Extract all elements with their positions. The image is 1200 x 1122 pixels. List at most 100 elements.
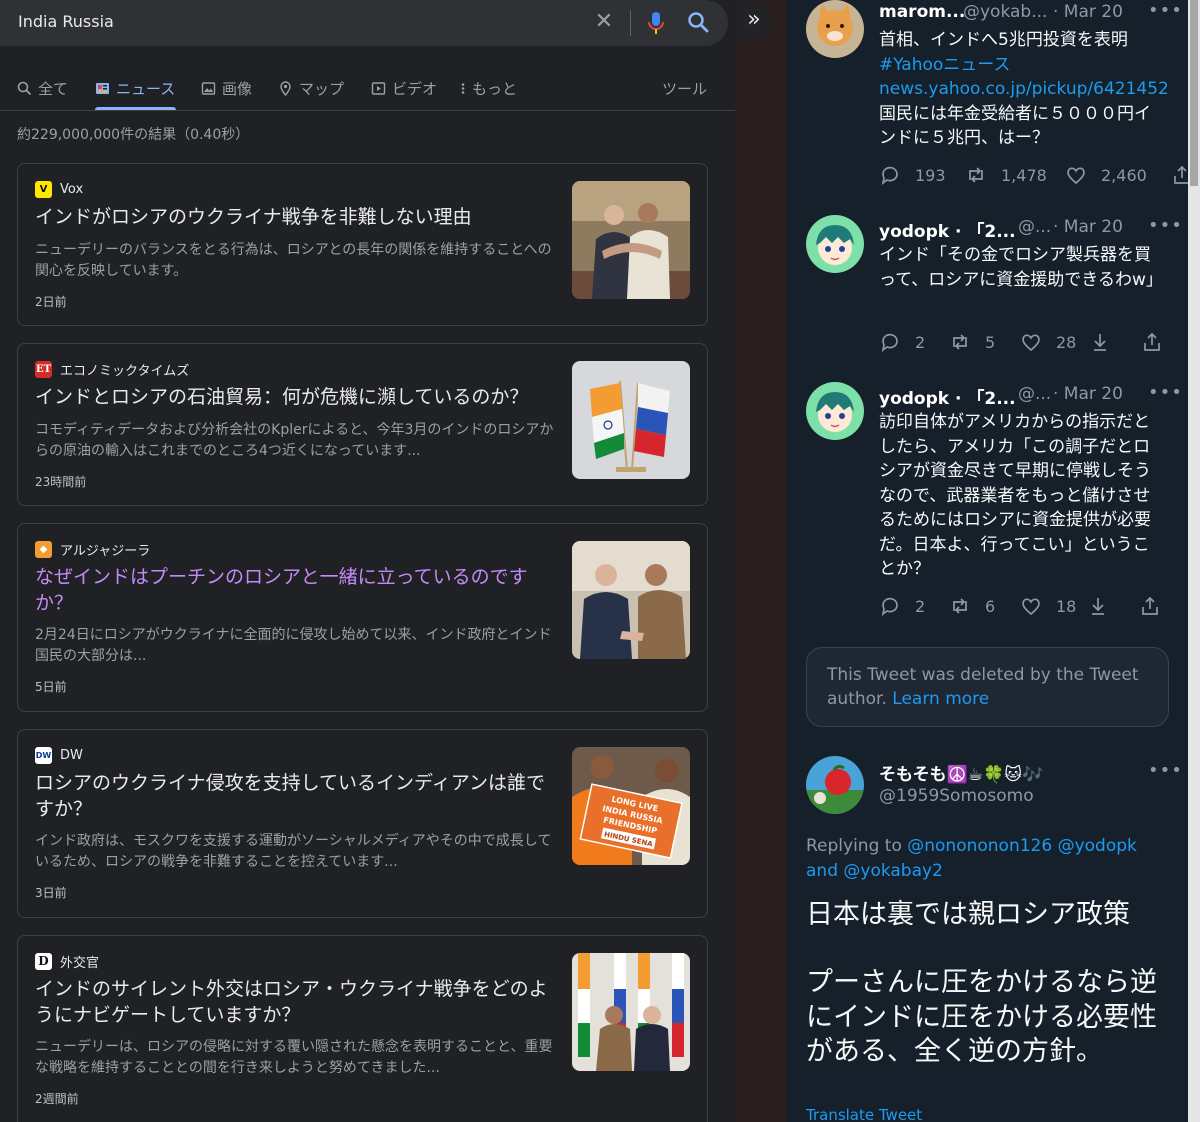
share-button[interactable] <box>1171 164 1188 186</box>
avatar[interactable] <box>806 0 864 58</box>
tweet-handle[interactable]: @1959Somosomo <box>879 786 1034 806</box>
retweet-button[interactable]: 1,478 <box>965 164 1047 186</box>
avatar[interactable] <box>806 215 864 273</box>
tab-videos[interactable]: ビデオ <box>371 76 437 100</box>
image-icon <box>201 81 216 95</box>
news-source: ET エコノミックタイムズ <box>35 360 189 379</box>
tab-more[interactable]: もっと <box>460 76 517 100</box>
result-count: 約229,000,000件の結果（0.40秒） <box>17 127 250 143</box>
tab-label: ビデオ <box>392 79 438 98</box>
source-name: 外交官 <box>60 955 100 971</box>
al-jazeera-logo-icon: ◆ <box>35 540 52 558</box>
reply-icon <box>881 597 898 617</box>
retweet-button[interactable]: 5 <box>949 331 995 353</box>
news-title-link[interactable]: ロシアのウクライナ侵攻を支持しているインディアンは誰ですか？ <box>35 770 560 822</box>
tweet-author-name[interactable]: そもそも☮️☕🍀🐱🎶 <box>879 760 1043 785</box>
map-pin-icon <box>280 80 291 96</box>
share-button[interactable] <box>1141 331 1163 353</box>
tools-button[interactable]: ツール <box>662 76 707 100</box>
video-icon <box>371 81 386 95</box>
news-card[interactable]: ET エコノミックタイムズ インドとロシアの石油貿易：何が危機に瀕しているのか？… <box>17 343 708 506</box>
news-thumbnail-image[interactable] <box>572 953 690 1071</box>
retweet-icon <box>953 598 967 614</box>
more-options-icon[interactable]: ••• <box>1148 760 1183 781</box>
search-bar[interactable]: India Russia ✕ <box>0 0 728 46</box>
news-card[interactable]: D 外交官 インドのサイレント外交はロシア・ウクライナ戦争をどのようにナビゲート… <box>17 935 708 1122</box>
tools-label: ツール <box>662 79 708 98</box>
share-button[interactable] <box>1139 595 1161 617</box>
tweet-handle[interactable]: @... <box>1018 217 1051 237</box>
news-snippet: 2月24日にロシアがウクライナに全面的に侵攻し始めて以来、インド政府とインド国民… <box>35 627 552 664</box>
tweet-line: 国民には年金受給者に５０００円インドに５兆円、はー？ <box>879 103 1151 149</box>
tab-all[interactable]: 全て <box>17 76 68 100</box>
search-icon[interactable] <box>686 10 710 34</box>
twitter-thread-panel: marom... @yokab... · Mar 20 ••• 首相、インドへ5… <box>786 0 1188 1122</box>
more-options-icon[interactable]: ••• <box>1148 0 1183 21</box>
download-button[interactable] <box>1087 595 1109 617</box>
like-button[interactable]: 2,460 <box>1065 164 1147 186</box>
background-window-strip: » <box>735 0 786 1122</box>
tweet-handle[interactable]: @... <box>1018 384 1051 404</box>
microphone-icon[interactable] <box>645 10 667 36</box>
learn-more-link[interactable]: Learn more <box>892 689 989 709</box>
news-snippet: ニューデリーのバランスをとる行為は、ロシアとの長年の関係を維持することへの関心を… <box>35 242 552 279</box>
news-source: DW DW <box>35 746 83 764</box>
reply-icon <box>881 166 898 186</box>
tweet-date[interactable]: · Mar 20 <box>1053 2 1123 22</box>
news-title-link[interactable]: なぜインドはプーチンのロシアと一緒に立っているのですか？ <box>35 564 560 616</box>
retweet-button[interactable]: 6 <box>949 595 995 617</box>
retweet-count: 1,478 <box>1001 165 1047 185</box>
news-source: D 外交官 <box>35 952 100 971</box>
tab-news[interactable]: ニュース <box>95 76 175 100</box>
scrollbar[interactable] <box>1188 0 1200 1122</box>
tweet-date[interactable]: · Mar 20 <box>1053 217 1123 237</box>
like-count: 18 <box>1056 596 1077 616</box>
tweet-author-name[interactable]: yodopk · 「2... <box>879 384 1016 409</box>
news-card[interactable]: ◆ アルジャジーラ なぜインドはプーチンのロシアと一緒に立っているのですか？ 2… <box>17 523 708 712</box>
clear-icon[interactable]: ✕ <box>592 9 616 35</box>
news-thumbnail-image[interactable] <box>572 541 690 659</box>
translate-tweet-link[interactable]: Translate Tweet <box>806 1106 922 1122</box>
more-options-icon[interactable]: ••• <box>1148 382 1183 403</box>
protest-sign-thumbnail-image[interactable]: LONG LIVE INDIA RUSSIA FRIENDSHIP HINDU … <box>572 747 690 865</box>
flags-thumbnail-image[interactable] <box>572 361 690 479</box>
reply-button[interactable]: 193 <box>879 164 946 186</box>
avatar[interactable] <box>806 382 864 440</box>
tweet-author-name[interactable]: marom... <box>879 2 965 22</box>
url-link[interactable]: news.yahoo.co.jp/pickup/6421452 <box>879 77 1169 102</box>
avatar[interactable] <box>806 756 864 814</box>
tab-label: 画像 <box>222 79 253 98</box>
like-button[interactable]: 28 <box>1020 331 1076 353</box>
tweet-author-name[interactable]: yodopk · 「2... <box>879 217 1016 242</box>
reply-button[interactable]: 2 <box>879 331 925 353</box>
reply-count: 2 <box>915 332 926 352</box>
economic-times-logo-icon: ET <box>35 360 52 378</box>
more-options-icon[interactable]: ••• <box>1148 215 1183 236</box>
news-thumbnail-image[interactable] <box>572 181 690 299</box>
search-input[interactable]: India Russia <box>18 12 114 31</box>
news-title-link[interactable]: インドのサイレント外交はロシア・ウクライナ戦争をどのようにナビゲートしていますか… <box>35 976 560 1028</box>
expand-chevron-icon[interactable]: » <box>735 0 773 42</box>
dw-logo-icon: DW <box>35 746 52 764</box>
news-title-link[interactable]: インドとロシアの石油貿易：何が危機に瀕しているのか？ <box>35 384 560 410</box>
news-card[interactable]: DW DW ロシアのウクライナ侵攻を支持しているインディアンは誰ですか？ インド… <box>17 729 708 918</box>
retweet-icon <box>969 167 983 183</box>
news-card[interactable]: V Vox インドがロシアのウクライナ戦争を非難しない理由 ニューデリーのバラン… <box>17 163 708 326</box>
tweet-handle[interactable]: @yokab... <box>963 2 1047 22</box>
tab-label: もっと <box>472 79 518 98</box>
tweet-text: インド「その金でロシア製兵器を買って、ロシアに資金援助できるわw」 <box>879 245 1163 290</box>
download-button[interactable] <box>1089 331 1111 353</box>
scrollbar-thumb[interactable] <box>1190 0 1198 186</box>
like-count: 28 <box>1056 332 1077 352</box>
tab-images[interactable]: 画像 <box>201 76 252 100</box>
replying-to: Replying to @nonononon126 @yodopk and @y… <box>806 834 1166 884</box>
tweet-date[interactable]: · Mar 20 <box>1053 384 1123 404</box>
tweet-text: 首相、インドへ5兆円投資を表明 #Yahooニュース news.yahoo.co… <box>879 28 1169 151</box>
like-button[interactable]: 18 <box>1020 595 1076 617</box>
reply-button[interactable]: 2 <box>879 595 925 617</box>
tab-maps[interactable]: マップ <box>278 76 344 100</box>
retweet-count: 5 <box>985 332 996 352</box>
news-title-link[interactable]: インドがロシアのウクライナ戦争を非難しない理由 <box>35 204 560 230</box>
hashtag-link[interactable]: #Yahooニュース <box>879 53 1164 78</box>
diplomat-logo-icon: D <box>35 952 52 970</box>
